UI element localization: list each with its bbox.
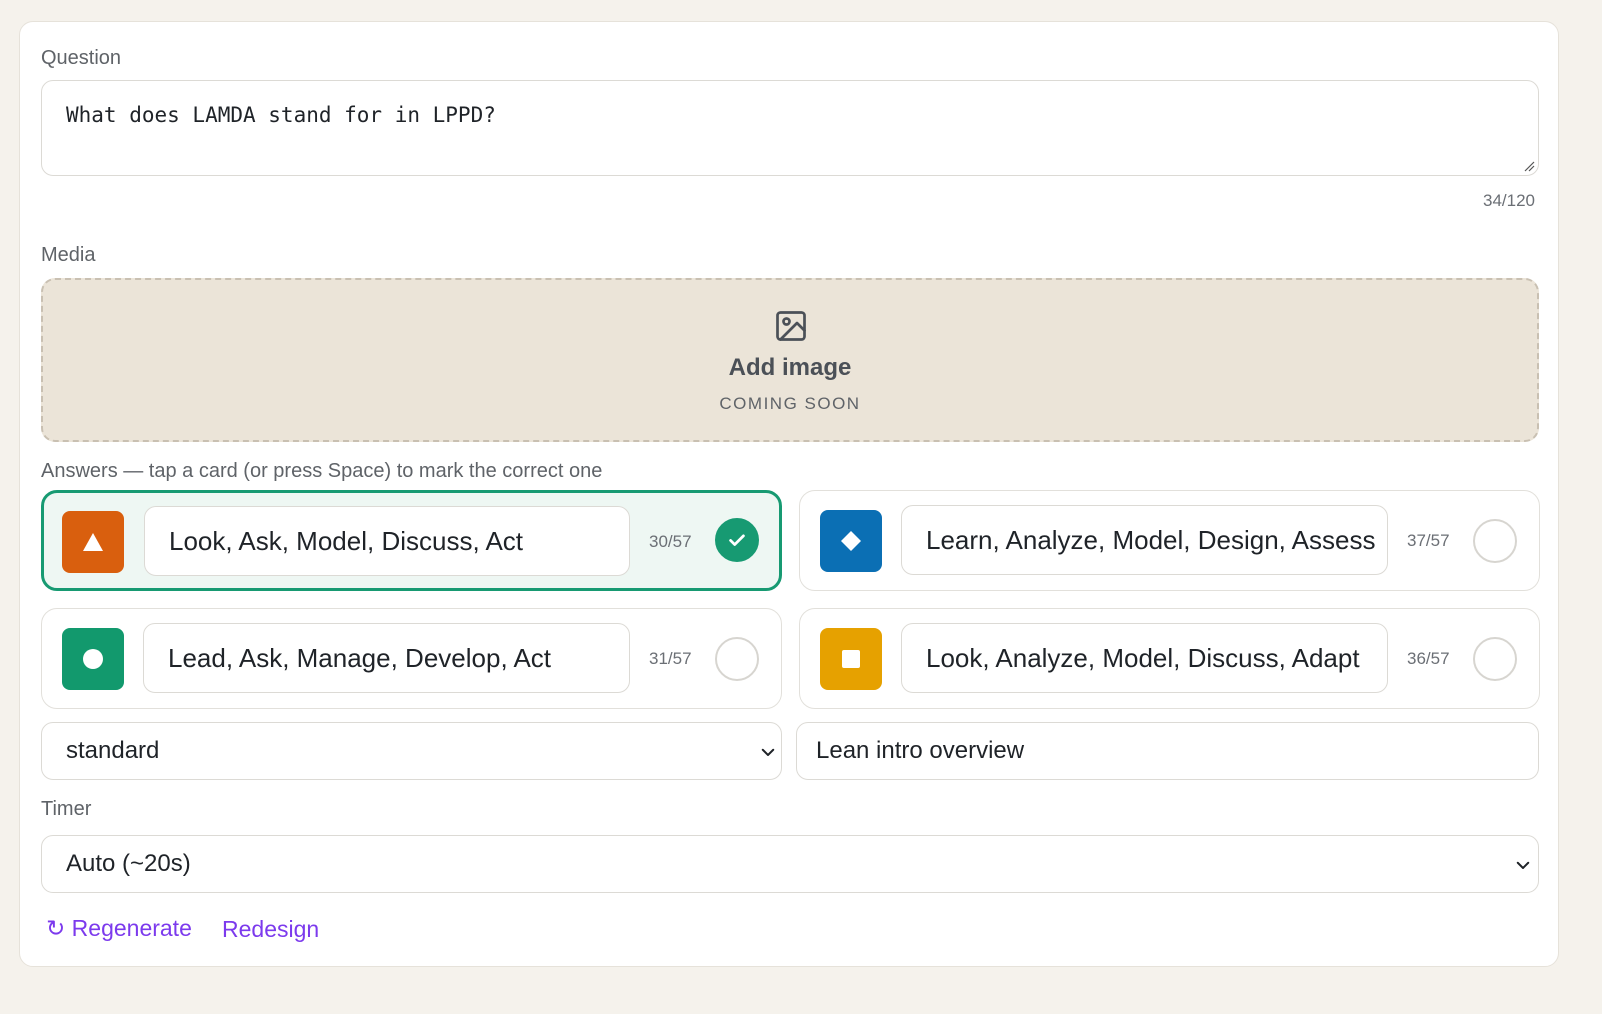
resize-handle-icon[interactable] <box>1523 160 1535 172</box>
answer-counter-3: 31/57 <box>649 649 692 668</box>
answer-input-2[interactable]: Learn, Analyze, Model, Design, Assess <box>901 505 1388 575</box>
topic-input[interactable]: Lean intro overview <box>796 722 1539 780</box>
answer-counter-2: 37/57 <box>1407 531 1450 550</box>
answer-counter-1: 30/57 <box>649 532 692 551</box>
chevron-down-icon <box>1516 861 1530 869</box>
regenerate-button[interactable]: ↻ Regenerate <box>46 915 192 942</box>
image-icon <box>776 311 806 341</box>
answer-input-3[interactable]: Lead, Ask, Manage, Develop, Act <box>143 623 630 693</box>
question-text: What does LAMDA stand for in LPPD? <box>66 103 496 127</box>
mode-select[interactable]: standard <box>41 722 782 780</box>
answer-card-2[interactable]: Learn, Analyze, Model, Design, Assess 37… <box>799 490 1540 591</box>
timer-label: Timer <box>41 798 92 820</box>
answer-card-3[interactable]: Lead, Ask, Manage, Develop, Act 31/57 <box>41 608 782 709</box>
correct-toggle-3[interactable] <box>715 637 759 681</box>
coming-soon-label: COMING SOON <box>719 394 861 413</box>
answer-card-1[interactable]: Look, Ask, Model, Discuss, Act 30/57 <box>41 490 782 591</box>
diamond-shape-icon <box>820 510 882 572</box>
add-image-dropzone[interactable]: Add image COMING SOON <box>41 278 1539 442</box>
question-editor-panel: Question What does LAMDA stand for in LP… <box>19 21 1559 967</box>
answers-label: Answers — tap a card (or press Space) to… <box>41 460 603 482</box>
circle-shape-icon <box>62 628 124 690</box>
correct-toggle-4[interactable] <box>1473 637 1517 681</box>
question-label: Question <box>41 47 122 69</box>
timer-select[interactable]: Auto (~20s) <box>41 835 1539 893</box>
triangle-shape-icon <box>62 511 124 573</box>
answer-input-1[interactable]: Look, Ask, Model, Discuss, Act <box>144 506 630 576</box>
timer-select-value: Auto (~20s) <box>66 850 191 877</box>
square-shape-icon <box>820 628 882 690</box>
media-label: Media <box>41 244 96 266</box>
correct-toggle-2[interactable] <box>1473 519 1517 563</box>
topic-input-value: Lean intro overview <box>816 737 1025 764</box>
redesign-button[interactable]: Redesign <box>222 916 319 943</box>
answer-card-4[interactable]: Look, Analyze, Model, Discuss, Adapt 36/… <box>799 608 1540 709</box>
chevron-down-icon <box>761 748 775 756</box>
answer-input-4[interactable]: Look, Analyze, Model, Discuss, Adapt <box>901 623 1388 693</box>
question-char-counter: 34/120 <box>1483 191 1535 210</box>
checkmark-icon <box>729 534 745 546</box>
add-image-title: Add image <box>728 354 852 381</box>
correct-toggle-1[interactable] <box>715 518 759 562</box>
answer-counter-4: 36/57 <box>1407 649 1450 668</box>
question-input[interactable]: What does LAMDA stand for in LPPD? <box>41 80 1539 176</box>
mode-select-value: standard <box>66 737 160 764</box>
